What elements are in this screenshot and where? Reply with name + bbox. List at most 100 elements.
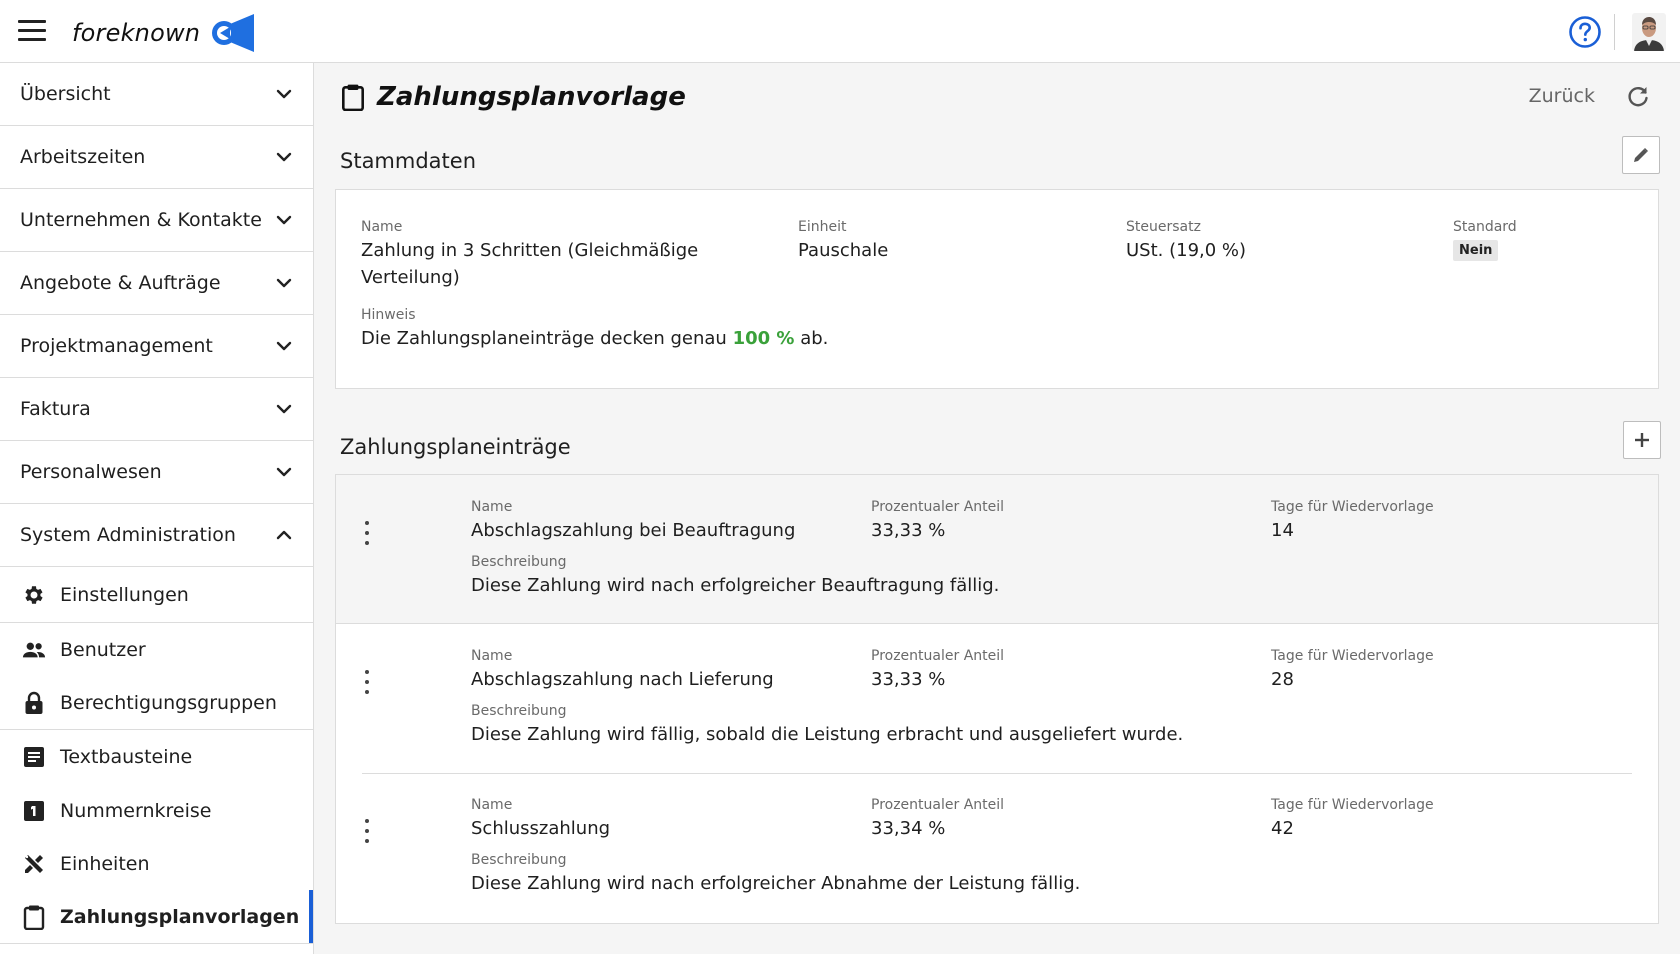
sidebar-item-nummernkreise[interactable]: Nummernkreise <box>0 784 313 837</box>
plus-icon <box>1635 433 1649 447</box>
avatar[interactable] <box>1632 13 1666 51</box>
sidebar-group-faktura[interactable]: Faktura <box>0 378 313 441</box>
entry-name-label: Name <box>471 797 513 813</box>
entry-beschreibung-field: Beschreibung Diese Zahlung wird nach erf… <box>471 852 1571 897</box>
entry-name-label: Name <box>471 499 513 515</box>
sidebar-item-label: Benutzer <box>60 639 146 661</box>
entry-tage-field: Tage für Wiedervorlage 42 <box>1271 797 1434 842</box>
hinweis-suffix: ab. <box>800 328 829 349</box>
entry-anteil-label: Prozentualer Anteil <box>871 648 1005 664</box>
einheit-field: Einheit Pauschale <box>798 219 888 264</box>
hinweis-text: Die Zahlungsplaneinträge decken genau 10… <box>361 325 1561 352</box>
sidebar-group-projektmanagement[interactable]: Projektmanagement <box>0 315 313 378</box>
help-icon[interactable] <box>1568 15 1602 49</box>
more-icon[interactable] <box>360 670 374 694</box>
top-divider <box>1614 14 1615 50</box>
edit-button[interactable] <box>1622 136 1660 174</box>
chevron-down-icon <box>276 341 292 351</box>
entry-tage-field: Tage für Wiedervorlage 28 <box>1271 648 1434 693</box>
entry-beschreibung-field: Beschreibung Diese Zahlung wird nach erf… <box>471 554 1571 599</box>
sidebar-group-angebote-auftraege[interactable]: Angebote & Aufträge <box>0 252 313 315</box>
entry-tage-value: 42 <box>1271 818 1294 839</box>
einheit-value: Pauschale <box>798 240 889 261</box>
main-content: Zahlungsplanvorlage Zurück Stammdaten Na… <box>315 63 1680 954</box>
chevron-down-icon <box>276 404 292 414</box>
standard-label: Standard <box>1453 219 1517 235</box>
standard-badge: Nein <box>1453 240 1499 261</box>
chevron-down-icon <box>276 215 292 225</box>
sidebar-group-personalwesen[interactable]: Personalwesen <box>0 441 313 504</box>
sidebar-group-uebersicht[interactable]: Übersicht <box>0 63 313 126</box>
top-bar: foreknown <box>0 0 1680 63</box>
entry-anteil-label: Prozentualer Anteil <box>871 499 1005 515</box>
refresh-icon[interactable] <box>1625 83 1651 109</box>
list-item: Name Abschlagszahlung bei Beauftragung P… <box>336 475 1658 624</box>
name-value: Zahlung in 3 Schritten (Gleichmäßige Ver… <box>361 240 699 288</box>
chevron-down-icon <box>276 278 292 288</box>
sidebar-item-einstellungen[interactable]: Einstellungen <box>0 567 313 622</box>
entry-beschreibung-label: Beschreibung <box>471 852 567 868</box>
entry-name-value: Abschlagszahlung nach Lieferung <box>471 669 774 690</box>
entry-tage-value: 14 <box>1271 520 1294 541</box>
einheit-label: Einheit <box>798 219 847 235</box>
chevron-down-icon <box>276 152 292 162</box>
add-entry-button[interactable] <box>1623 421 1661 459</box>
entry-beschreibung-value: Diese Zahlung wird fällig, sobald die Le… <box>471 724 1184 745</box>
logo-mark-icon <box>212 14 255 52</box>
entry-name-value: Schlusszahlung <box>471 818 611 839</box>
entry-tage-label: Tage für Wiedervorlage <box>1271 797 1434 813</box>
lock-icon <box>22 691 46 715</box>
name-field: Name Zahlung in 3 Schritten (Gleichmäßig… <box>361 219 741 291</box>
stammdaten-card: Name Zahlung in 3 Schritten (Gleichmäßig… <box>335 189 1659 389</box>
sidebar-item-zahlungsplanvorlagen[interactable]: Zahlungsplanvorlagen <box>0 890 313 943</box>
steuersatz-field: Steuersatz USt. (19,0 %) <box>1126 219 1246 264</box>
page-header: Zahlungsplanvorlage Zurück <box>341 77 1661 117</box>
hinweis-label: Hinweis <box>361 307 416 323</box>
entry-anteil-label: Prozentualer Anteil <box>871 797 1005 813</box>
entries-title: Zahlungsplaneinträge <box>340 435 571 459</box>
list-item: Name Abschlagszahlung nach Lieferung Pro… <box>336 624 1658 773</box>
entry-name-label: Name <box>471 648 513 664</box>
sidebar-item-label: Zahlungsplanvorlagen <box>60 905 300 928</box>
entry-anteil-field: Prozentualer Anteil 33,34 % <box>871 797 1004 842</box>
users-icon <box>22 638 46 662</box>
back-button[interactable]: Zurück <box>1529 85 1595 107</box>
hinweis-field: Hinweis Die Zahlungsplaneinträge decken … <box>361 307 1561 352</box>
sidebar-item-label: Einheiten <box>60 852 150 875</box>
entry-tage-value: 28 <box>1271 669 1294 690</box>
entry-tage-label: Tage für Wiedervorlage <box>1271 499 1434 515</box>
entry-name-value: Abschlagszahlung bei Beauftragung <box>471 520 796 541</box>
sidebar-group-unternehmen-kontakte[interactable]: Unternehmen & Kontakte <box>0 189 313 252</box>
steuersatz-value: USt. (19,0 %) <box>1126 240 1247 261</box>
clipboard-icon <box>22 905 46 930</box>
more-icon[interactable] <box>360 521 374 545</box>
sidebar-item-einheiten[interactable]: Einheiten <box>0 837 313 890</box>
entry-beschreibung-field: Beschreibung Diese Zahlung wird fällig, … <box>471 703 1571 748</box>
more-icon[interactable] <box>360 819 374 843</box>
chevron-up-icon <box>276 530 292 540</box>
entry-anteil-field: Prozentualer Anteil 33,33 % <box>871 648 1004 693</box>
sidebar-item-label: Nummernkreise <box>60 799 212 822</box>
list-item: Name Schlusszahlung Prozentualer Anteil … <box>336 773 1658 922</box>
app-logo[interactable]: foreknown <box>72 14 255 52</box>
sidebar-group-arbeitszeiten[interactable]: Arbeitszeiten <box>0 126 313 189</box>
stammdaten-title: Stammdaten <box>340 149 477 173</box>
entry-anteil-value: 33,33 % <box>871 669 946 690</box>
sidebar-group-label: Faktura <box>20 398 91 420</box>
sidebar-group-system-administration[interactable]: System Administration <box>0 504 313 567</box>
entry-name-field: Name Abschlagszahlung bei Beauftragung <box>471 499 795 544</box>
chevron-down-icon <box>276 467 292 477</box>
sidebar-item-berechtigungsgruppen[interactable]: Berechtigungsgruppen <box>0 677 313 729</box>
hinweis-percent: 100 % <box>732 328 795 349</box>
entry-beschreibung-value: Diese Zahlung wird nach erfolgreicher Ab… <box>471 873 1081 894</box>
sidebar-item-textbausteine[interactable]: Textbausteine <box>0 730 313 784</box>
steuersatz-label: Steuersatz <box>1126 219 1201 235</box>
clipboard-icon <box>342 84 364 111</box>
menu-icon[interactable] <box>18 20 46 42</box>
gear-icon <box>22 583 46 607</box>
sidebar-item-benutzer[interactable]: Benutzer <box>0 623 313 677</box>
entry-beschreibung-value: Diese Zahlung wird nach erfolgreicher Be… <box>471 575 1000 596</box>
page-title: Zahlungsplanvorlage <box>377 82 686 112</box>
sidebar-group-label: Personalwesen <box>20 461 162 483</box>
sidebar-group-label: Übersicht <box>20 83 111 105</box>
